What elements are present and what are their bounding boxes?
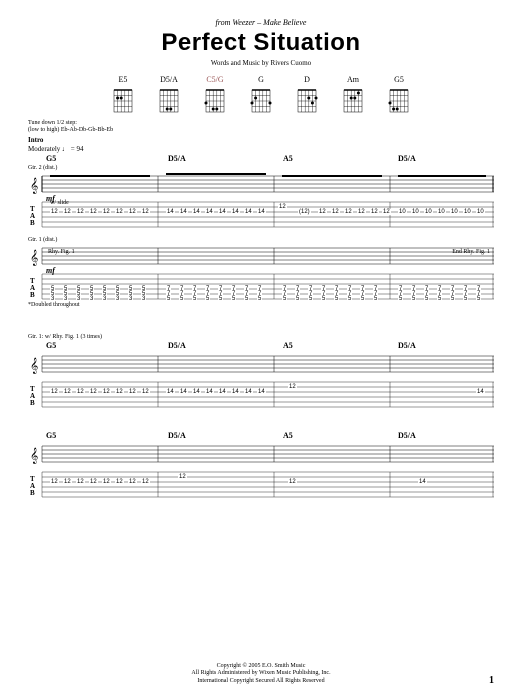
- chord-am: Am: [342, 75, 364, 114]
- chord-g5: G5: [388, 75, 410, 114]
- page-number: 1: [489, 675, 494, 686]
- staff-notation: 𝄞 mf w/ slide: [28, 172, 494, 198]
- tab-gtr2: TAB 1212121212121212 1414141414141414 12…: [28, 199, 494, 229]
- chord-c5g: C5/G: [204, 75, 226, 114]
- chord-grid-icon: [296, 86, 318, 114]
- tab-numbers: 553 553 553 553 553 553 553 553 775 775 …: [28, 271, 494, 301]
- chord-grid-icon: [388, 86, 410, 114]
- svg-text:𝄞: 𝄞: [30, 250, 38, 266]
- chord-grid-icon: [204, 86, 226, 114]
- doubled-note: *Doubled throughout: [28, 302, 494, 308]
- sheet-page: from Weezer – Make Believe Perfect Situa…: [0, 0, 522, 696]
- chord-grid-icon: [342, 86, 364, 114]
- chord-d: D: [296, 75, 318, 114]
- svg-text:𝄞: 𝄞: [30, 178, 38, 194]
- system-3: G5 D5/A A5 D5/A 𝄞 TAB: [28, 431, 494, 499]
- tab-numbers: 1212121212121212 1414141414141414 12 14: [28, 379, 494, 409]
- song-title: Perfect Situation: [28, 29, 494, 57]
- gtr2-label: Gtr. 2 (dist.): [28, 165, 494, 171]
- system-1-gtr1: Gtr. 1 (dist.) Rhy. Fig. 1 End Rhy. Fig.…: [28, 237, 494, 308]
- chord-grid-icon: [250, 86, 272, 114]
- chord-grid-icon: [112, 86, 134, 114]
- gtr1-label: Gtr. 1 (dist.): [28, 237, 494, 243]
- header: from Weezer – Make Believe Perfect Situa…: [28, 18, 494, 67]
- chord-diagrams: E5 D5/A C5/G G D Am G5: [28, 75, 494, 114]
- sys2-label: Gtr. 1: w/ Rhy. Fig. 1 (3 times): [28, 334, 494, 340]
- svg-text:𝄞: 𝄞: [30, 358, 38, 374]
- tab-gtr1: TAB 553 553 553 553 553 553 553 553 775 …: [28, 271, 494, 301]
- tab-numbers: 1212121212121212 1414141414141414 12(12)…: [28, 199, 494, 229]
- staff-notation: 𝄞: [28, 352, 494, 378]
- chord-g: G: [250, 75, 272, 114]
- credits: Words and Music by Rivers Cuomo: [28, 59, 494, 67]
- from-line: from Weezer – Make Believe: [28, 18, 494, 27]
- staff-notation: 𝄞 mf: [28, 244, 494, 270]
- staff-notation: 𝄞: [28, 442, 494, 468]
- footer: Copyright © 2005 E.O. Smith Music All Ri…: [0, 663, 522, 686]
- chord-grid-icon: [158, 86, 180, 114]
- chord-e5: E5: [112, 75, 134, 114]
- tempo: Moderately ♩ = 94: [28, 145, 494, 153]
- system-2: G5 D5/A A5 D5/A 𝄞 TAB: [28, 341, 494, 409]
- tab-sys2: TAB 1212121212121212 1414141414141414 12…: [28, 379, 494, 409]
- chord-d5a: D5/A: [158, 75, 180, 114]
- section-intro: Intro: [28, 136, 494, 144]
- tab-numbers: 1212121212121212 12 12 14: [28, 469, 494, 499]
- svg-text:𝄞: 𝄞: [30, 448, 38, 464]
- tuning: Tune down 1/2 step: (low to high) Eb-Ab-…: [28, 120, 494, 134]
- system-1-gtr2: G5 D5/A A5 D5/A Gtr. 2 (dist.) 𝄞 mf w/ s…: [28, 154, 494, 229]
- chord-line: G5 D5/A A5 D5/A: [28, 154, 494, 164]
- tab-sys3: TAB 1212121212121212 12 12 14: [28, 469, 494, 499]
